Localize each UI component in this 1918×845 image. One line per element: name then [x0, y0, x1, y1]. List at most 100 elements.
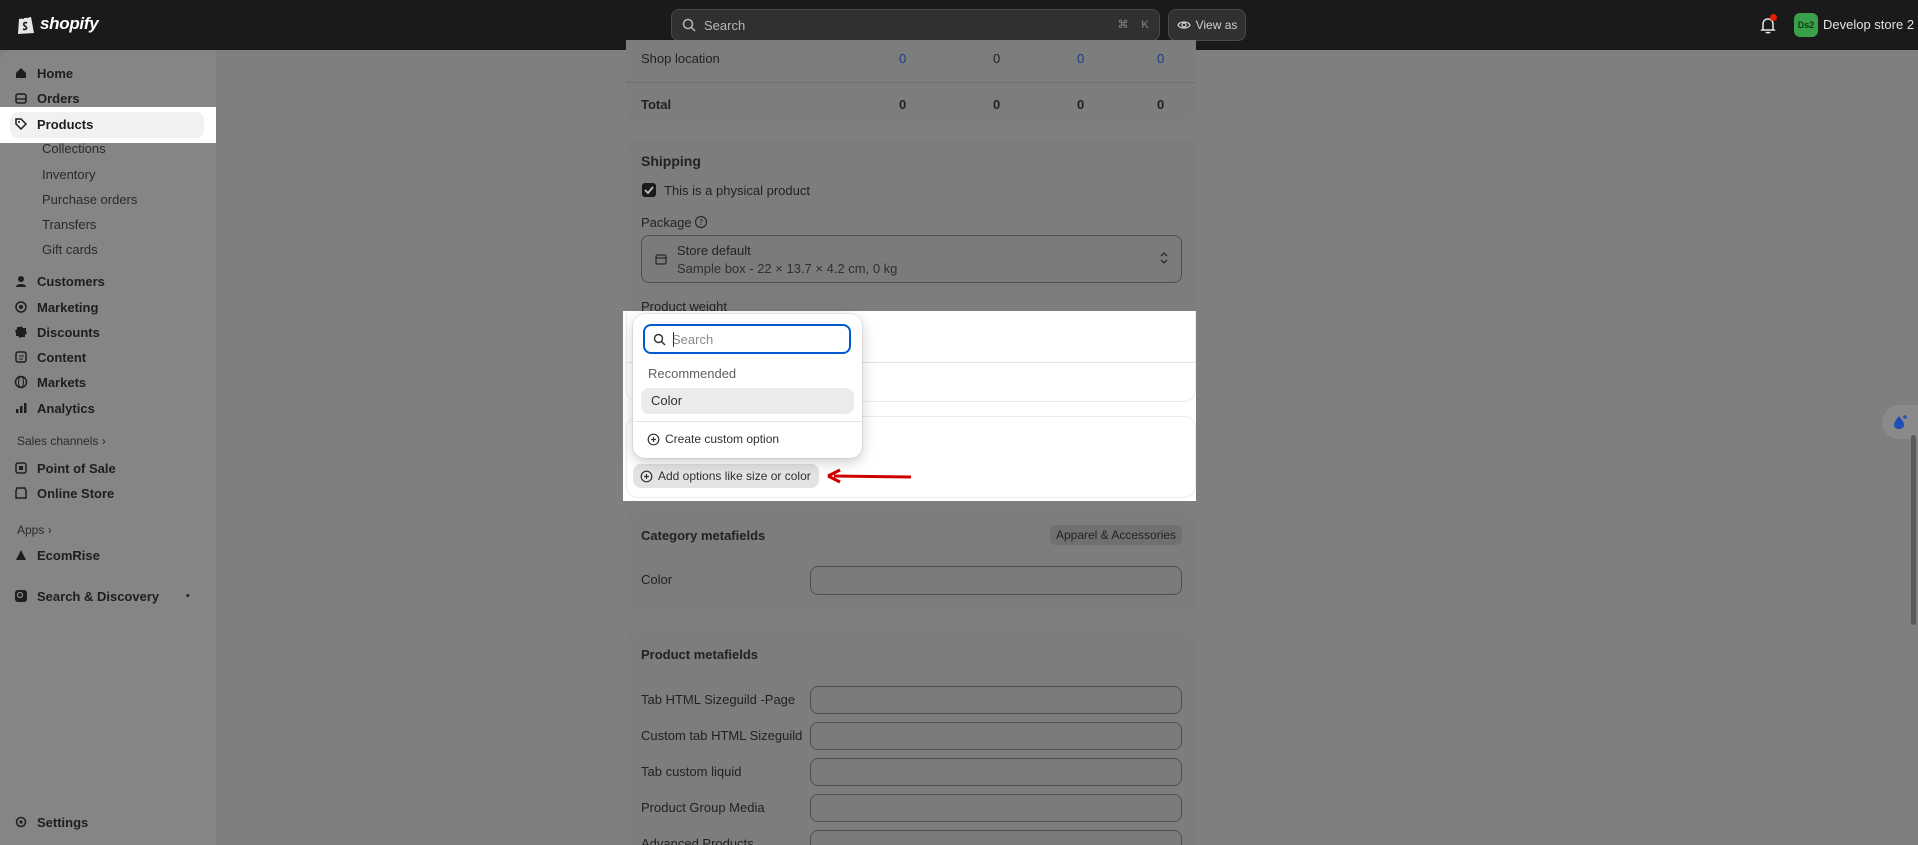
sidebar-item-collections[interactable]: Collections	[42, 141, 106, 156]
global-search[interactable]: Search ⌘ K	[671, 9, 1160, 41]
sidebar-item-label: Online Store	[37, 485, 115, 501]
sidebar-item-inventory[interactable]: Inventory	[42, 167, 95, 182]
metafield-input[interactable]	[810, 722, 1182, 750]
search-icon	[682, 18, 696, 32]
add-options-button[interactable]: Add options like size or color	[633, 464, 819, 488]
box-icon	[655, 254, 667, 265]
physical-product-checkbox[interactable]	[642, 183, 656, 197]
create-custom-option-button[interactable]: Create custom option	[647, 432, 779, 446]
sidebar-item-point-of-sale[interactable]: Point of Sale	[14, 455, 116, 481]
sidebar-item-label: Content	[37, 349, 87, 365]
metafield-input[interactable]	[810, 758, 1182, 786]
apps-heading[interactable]: Apps ›	[17, 523, 52, 537]
sidebar-item-products[interactable]: Products	[14, 111, 93, 137]
metafield-label: Tab custom liquid	[641, 764, 742, 779]
plus-circle-icon	[640, 470, 653, 482]
chevron-right-icon: ›	[47, 523, 52, 537]
store-name[interactable]: Develop store 2	[1823, 17, 1914, 32]
recommended-heading: Recommended	[648, 366, 737, 381]
shortcut-key: K	[1141, 19, 1149, 31]
shipping-card	[626, 139, 1196, 311]
option-search-field[interactable]	[643, 324, 851, 354]
plus-circle-icon	[647, 433, 660, 445]
sidebar-item-label: EcomRise	[37, 547, 100, 563]
inventory-cell[interactable]: 0	[899, 51, 906, 66]
inventory-cell[interactable]: 0	[1157, 51, 1164, 66]
sidebar-item-discounts[interactable]: Discounts	[14, 319, 100, 345]
sidebar-item-online-store[interactable]: Online Store	[14, 480, 114, 506]
svg-text:?: ?	[699, 218, 703, 227]
sidebar-item-analytics[interactable]: Analytics	[14, 395, 95, 421]
metafield-label: Color	[641, 572, 673, 587]
sidebar-item-marketing[interactable]: Marketing	[14, 294, 98, 320]
home-icon	[16, 68, 26, 78]
inventory-total-cell: 0	[993, 97, 1001, 112]
chart-icon	[16, 403, 27, 413]
inventory-cell[interactable]: 0	[1077, 51, 1084, 66]
metafield-input[interactable]	[810, 830, 1182, 845]
notification-badge	[1770, 14, 1777, 21]
sidebar-item-gift-cards[interactable]: Gift cards	[42, 242, 98, 257]
create-custom-label: Create custom option	[665, 432, 780, 446]
sidebar-item-orders[interactable]: Orders	[14, 85, 80, 111]
sidebar-item-label: Marketing	[37, 299, 99, 315]
add-options-label: Add options like size or color	[658, 469, 811, 483]
text-caret	[673, 332, 674, 347]
shipping-title: Shipping	[641, 153, 701, 169]
sidebar-item-label: Customers	[37, 273, 105, 289]
physical-product-label: This is a physical product	[664, 183, 810, 198]
package-detail: Sample box - 22 × 13.7 × 4.2 cm, 0 kg	[677, 261, 898, 276]
person-icon	[16, 276, 26, 287]
view-as-button[interactable]: View as	[1168, 9, 1246, 41]
row-divider	[626, 82, 1196, 83]
sidebar-item-home[interactable]: Home	[14, 60, 73, 86]
divider	[633, 421, 862, 422]
store-avatar[interactable]: Ds2	[1794, 13, 1818, 37]
product-metafields-title: Product metafields	[641, 647, 759, 662]
option-search-input[interactable]	[672, 331, 842, 347]
sidebar-item-label: Search & Discovery	[37, 588, 160, 604]
sidebar-item-purchase-orders[interactable]: Purchase orders	[42, 192, 137, 207]
sidebar-item-customers[interactable]: Customers	[14, 268, 105, 294]
inventory-total-cell: 0	[1077, 97, 1085, 112]
option-popover: Recommended Color Create custom option	[633, 314, 862, 458]
sidebar-item-label: Products	[37, 116, 94, 132]
pos-icon	[15, 462, 27, 474]
metafield-input[interactable]	[810, 794, 1182, 822]
annotation-arrow-icon	[827, 468, 912, 484]
category-metafields-title: Category metafields	[641, 528, 766, 543]
sidebar-item-transfers[interactable]: Transfers	[42, 217, 96, 232]
metafield-input-color[interactable]	[810, 566, 1182, 595]
sidebar-item-content[interactable]: Content	[14, 344, 86, 370]
more-dot-icon[interactable]: •	[186, 591, 190, 602]
metafield-input[interactable]	[810, 686, 1182, 714]
view-as-label: View as	[1195, 18, 1238, 32]
floating-app-button[interactable]	[1882, 405, 1918, 439]
option-item-color[interactable]: Color	[641, 388, 854, 414]
store-icon	[15, 487, 27, 499]
metafield-label: Tab HTML Sizeguild -Page	[641, 692, 796, 707]
inventory-cell: 0	[993, 51, 1001, 66]
discount-icon	[15, 326, 27, 338]
sidebar-item-settings[interactable]: Settings	[14, 809, 88, 835]
shortcut-cmd: ⌘	[1117, 19, 1129, 31]
sidebar-item-markets[interactable]: Markets	[14, 369, 86, 395]
category-badge: Apparel & Accessories	[1050, 525, 1182, 545]
droplet-icon	[1894, 415, 1907, 429]
sidebar-item-search-discovery[interactable]: Search & Discovery •	[14, 583, 194, 609]
metafield-label: Custom tab HTML Sizeguild	[641, 728, 803, 743]
checkmark-icon	[644, 186, 654, 195]
sales-channels-heading[interactable]: Sales channels ›	[17, 434, 106, 448]
orders-icon	[15, 93, 27, 104]
sidebar-item-label: Analytics	[37, 400, 95, 416]
brand-name: shopify	[40, 14, 99, 33]
shopify-bag-icon	[18, 14, 34, 34]
inventory-total-cell: 0	[1157, 97, 1165, 112]
eye-icon	[1176, 21, 1191, 29]
shopify-logo[interactable]: shopify	[16, 13, 99, 35]
scrollbar-thumb[interactable]	[1911, 435, 1916, 625]
sidebar-item-ecomrise[interactable]: EcomRise	[14, 542, 100, 568]
help-icon[interactable]: ?	[694, 215, 708, 229]
search-discovery-icon	[15, 590, 27, 602]
target-icon	[15, 301, 27, 313]
